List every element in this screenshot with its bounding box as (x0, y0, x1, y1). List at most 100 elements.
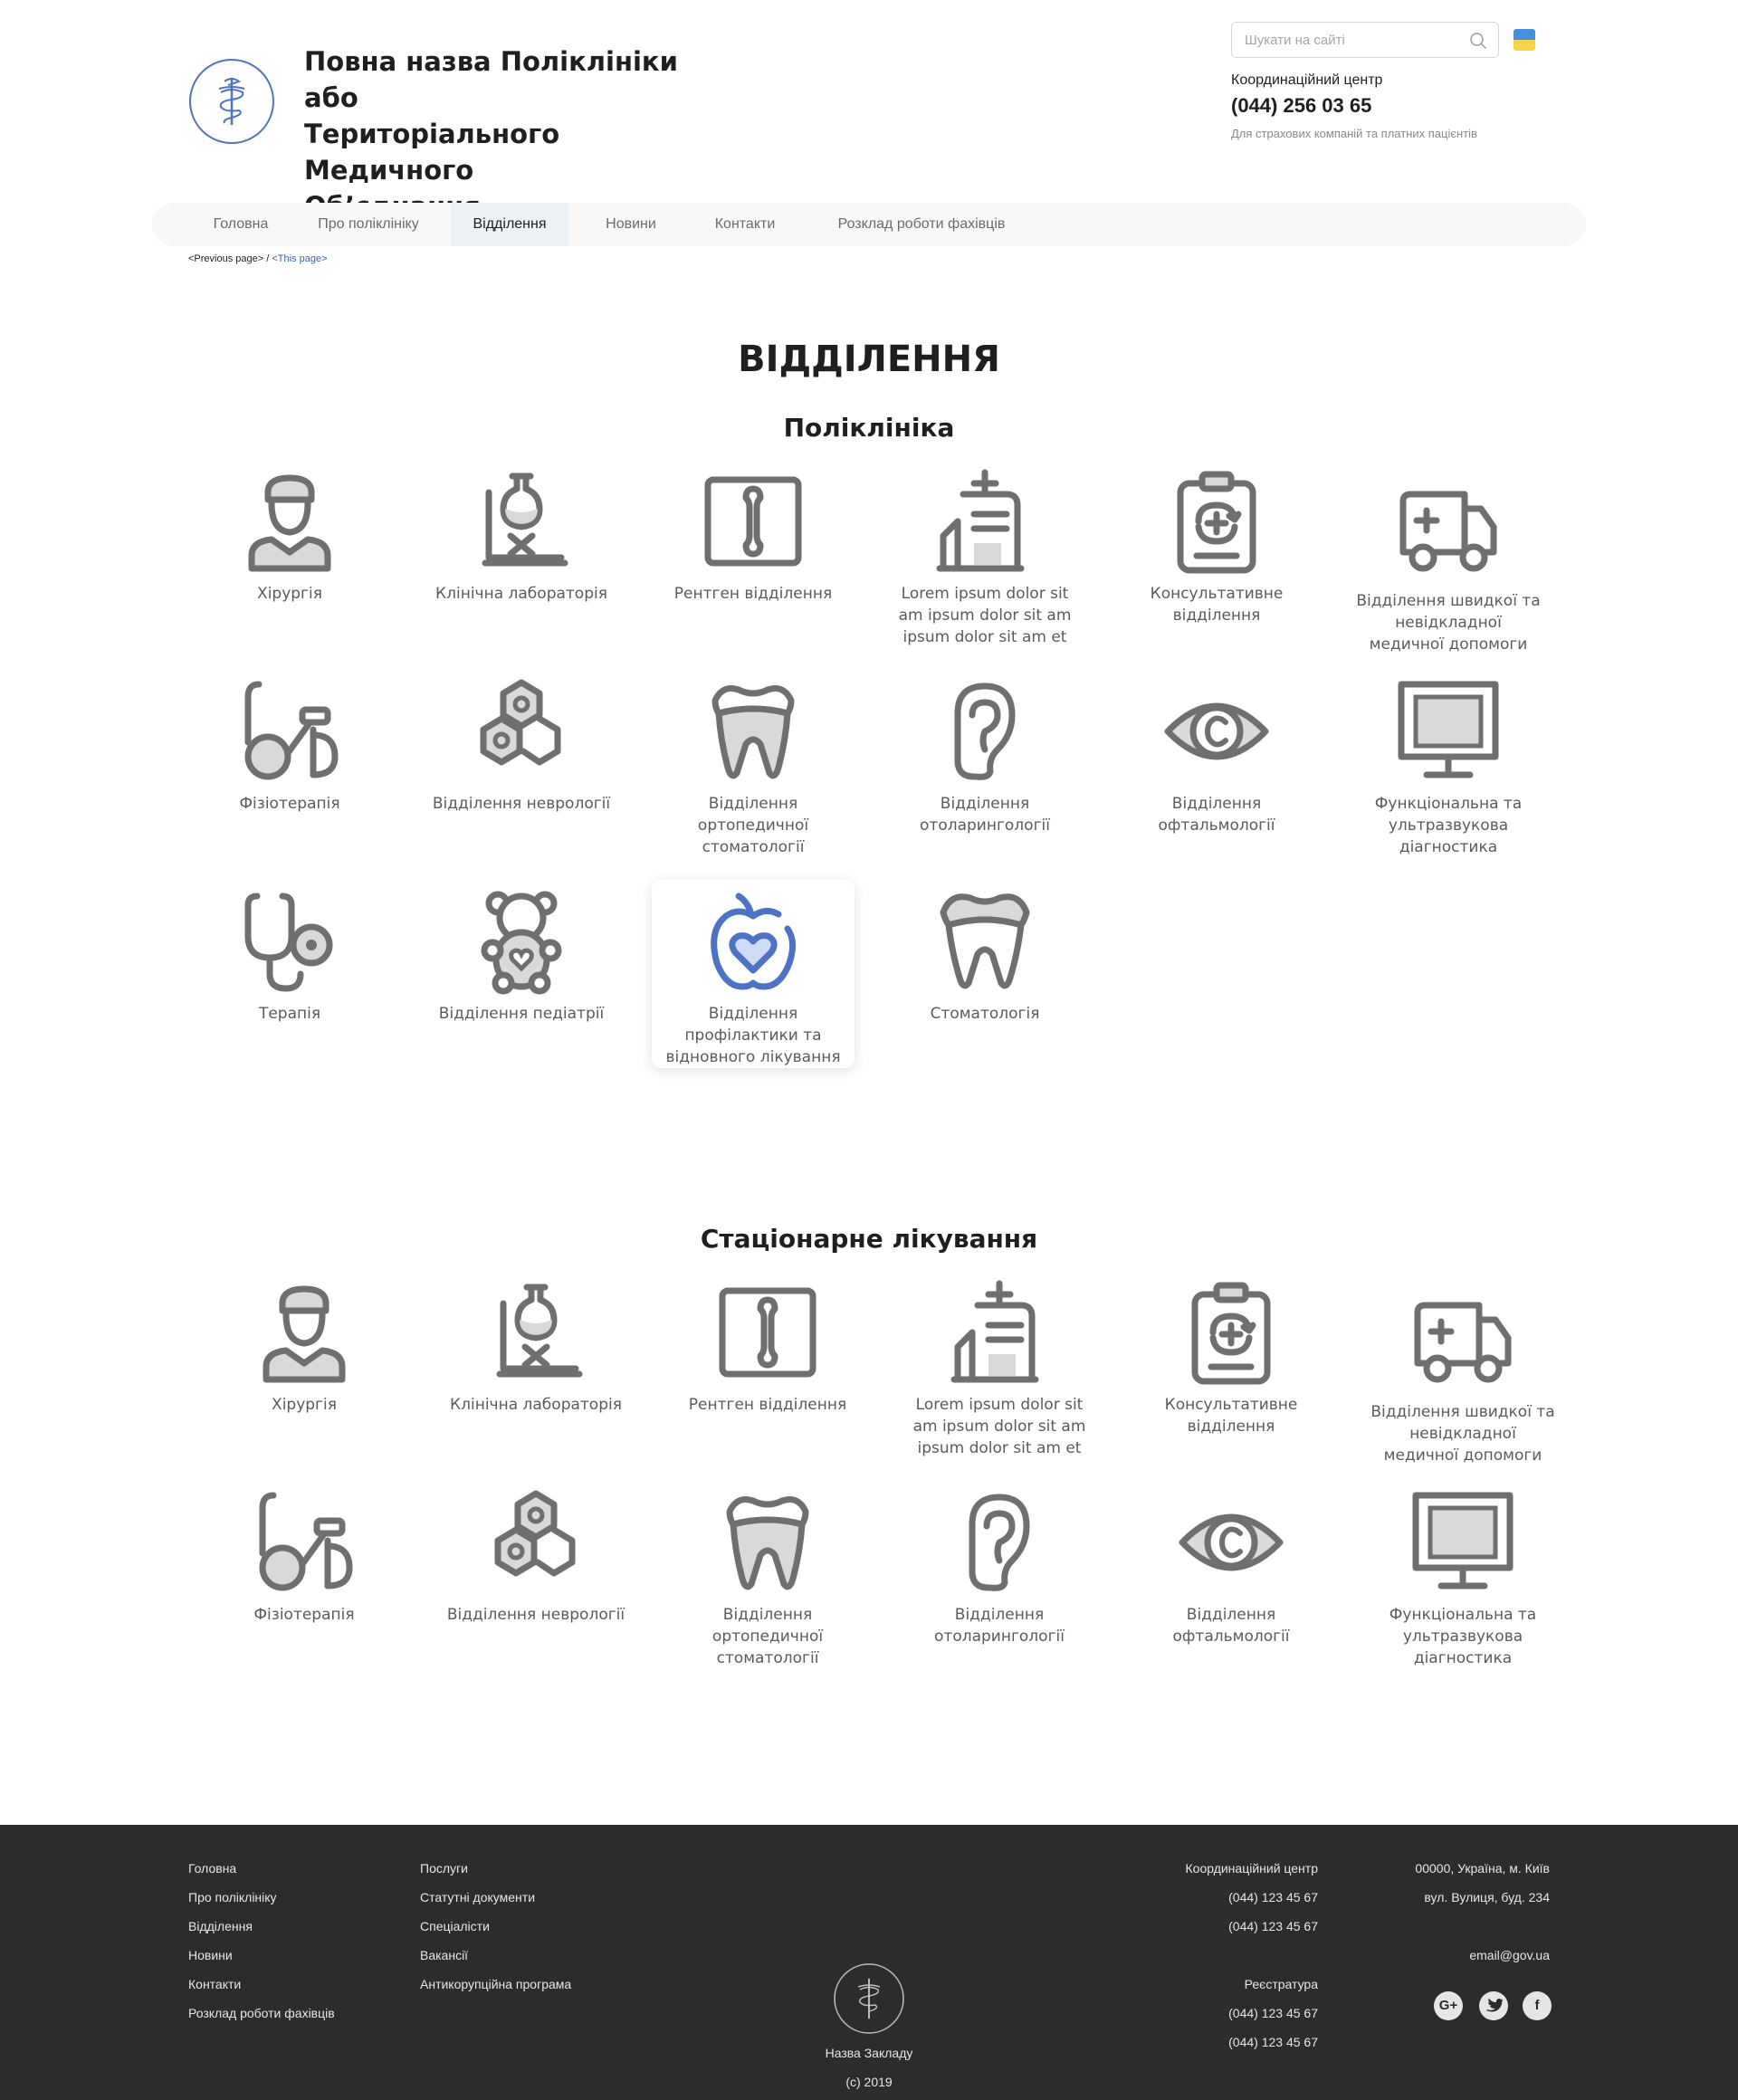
department-card[interactable]: Хірургія (203, 1271, 406, 1459)
footer-email[interactable]: email@gov.ua (1469, 1948, 1550, 1962)
footer: Головна Про поліклініку Відділення Новини Ко… (0, 1825, 1738, 2100)
footer-link[interactable]: Статутні документи (420, 1890, 535, 1904)
department-card[interactable]: Рентген відділення (652, 460, 855, 648)
footer-link[interactable]: Новини (188, 1948, 233, 1962)
tooth-crown-icon (711, 685, 795, 779)
search-input[interactable] (1232, 23, 1449, 57)
department-card[interactable]: Відділення отоларингології (883, 670, 1086, 858)
department-label: Lorem ipsum dolor sit am ipsum dolor sit… (898, 585, 1072, 646)
department-label: Відділення офтальмології (1172, 1606, 1290, 1646)
facebook-icon[interactable]: f (1523, 1991, 1552, 2020)
footer-address-line: вул. Вулиця, буд. 234 (1424, 1890, 1550, 1904)
consultation-clipboard-icon (1177, 471, 1256, 574)
footer-address-line: 00000, Україна, м. Київ (1415, 1861, 1550, 1876)
department-label: Відділення неврології (446, 1606, 625, 1624)
footer-link[interactable]: Про поліклініку (188, 1890, 277, 1904)
monitor-icon (1398, 681, 1499, 778)
department-card[interactable]: Відділення профілактики та відновного лі… (652, 880, 855, 1068)
medical-clipboard-icon (950, 1280, 1039, 1383)
twitter-icon[interactable] (1479, 1991, 1508, 2020)
footer-institution-name: Назва Закладу (825, 2046, 913, 2060)
department-card[interactable]: Відділення педіатрії (420, 880, 623, 1068)
nav-item-news[interactable]: Новини (590, 203, 672, 246)
consultation-clipboard-icon (1191, 1282, 1271, 1385)
footer-coord-phone[interactable]: (044) 123 45 67 (1228, 1890, 1318, 1904)
molecule-icon (494, 1490, 576, 1577)
footer-coord-phone[interactable]: (044) 123 45 67 (1228, 1919, 1318, 1933)
teddy-bear-icon (481, 891, 562, 995)
department-card[interactable]: Відділення отоларингології (898, 1481, 1101, 1669)
nav-item-home[interactable]: Головна (196, 203, 286, 246)
nav-item-departments[interactable]: Відділення (451, 203, 568, 246)
department-card[interactable]: Консультативне відділення (1130, 1271, 1332, 1459)
logo-emblem[interactable] (188, 58, 275, 145)
department-card[interactable]: Рентген відділення (666, 1271, 869, 1459)
footer-link[interactable]: Головна (188, 1861, 236, 1876)
department-card[interactable]: Відділення офтальмології (1115, 670, 1318, 858)
department-card[interactable]: Клінічна лабораторія (434, 1271, 637, 1459)
footer-link[interactable]: Контакти (188, 1977, 241, 1991)
department-label: Стоматологія (930, 1005, 1040, 1023)
department-label: Хірургія (272, 1396, 337, 1414)
department-label: Відділення профілактики та відновного лі… (665, 1005, 841, 1066)
department-card[interactable]: Терапія (188, 880, 391, 1068)
department-label: Клінічна лабораторія (450, 1396, 622, 1414)
department-card[interactable]: Відділення швидкої та невідкладної медич… (1347, 460, 1550, 654)
department-label: Відділення швидкої та невідкладної медич… (1356, 592, 1541, 654)
search-icon[interactable] (1469, 32, 1487, 50)
department-card[interactable]: Консультативне відділення (1115, 460, 1318, 648)
ambulance-icon (1399, 491, 1497, 572)
footer-link[interactable]: Вакансії (420, 1948, 468, 1962)
department-card[interactable]: Хірургія (188, 460, 391, 648)
footer-registry-phone[interactable]: (044) 123 45 67 (1228, 2035, 1318, 2049)
department-label: Клінічна лабораторія (435, 585, 607, 603)
surgeon-icon (263, 1285, 346, 1383)
search-field[interactable] (1231, 22, 1499, 58)
department-card[interactable]: Відділення офтальмології (1130, 1481, 1332, 1669)
nav-item-contacts[interactable]: Контакти (695, 203, 795, 246)
department-card[interactable]: Фізіотерапія (203, 1481, 406, 1669)
department-label: Відділення неврології (432, 795, 611, 813)
department-label: Відділення швидкої та невідкладної медич… (1370, 1403, 1555, 1465)
department-card[interactable]: Відділення ортопедичної стоматології (666, 1481, 869, 1669)
nav-item-schedule[interactable]: Розклад роботи фахівців (822, 203, 1021, 246)
department-label: Відділення ортопедичної стоматології (697, 795, 809, 856)
department-card[interactable]: Відділення ортопедичної стоматології (652, 670, 855, 858)
department-card[interactable]: Функціональна та ультразвукова діагности… (1361, 1481, 1564, 1669)
footer-registry-phone[interactable]: (044) 123 45 67 (1228, 2006, 1318, 2020)
breadcrumb-previous[interactable]: <Previous page> (188, 253, 263, 264)
footer-copyright: (c) 2019 (845, 2075, 893, 2089)
department-card[interactable]: Відділення швидкої та невідкладної медич… (1361, 1271, 1564, 1465)
footer-link[interactable]: Антикорупційна програма (420, 1977, 571, 1991)
medical-clipboard-icon (936, 469, 1025, 572)
department-card[interactable]: Фізіотерапія (188, 670, 391, 858)
ambulance-icon (1414, 1302, 1512, 1383)
department-card[interactable]: Відділення неврології (434, 1481, 637, 1669)
footer-link[interactable]: Розклад роботи фахівців (188, 2006, 335, 2020)
footer-logo-emblem[interactable] (833, 1962, 905, 2035)
department-card[interactable]: Lorem ipsum dolor sit am ipsum dolor sit… (898, 1271, 1101, 1459)
department-label: Функціональна та ультразвукова діагности… (1389, 1606, 1537, 1667)
department-card[interactable]: Функціональна та ультразвукова діагности… (1347, 670, 1550, 858)
department-label: Lorem ipsum dolor sit am ipsum dolor sit… (912, 1396, 1086, 1457)
language-flag-icon[interactable] (1514, 29, 1535, 51)
department-card[interactable]: Клінічна лабораторія (420, 460, 623, 648)
xray-bone-icon (704, 476, 802, 567)
department-card[interactable]: Lorem ipsum dolor sit am ipsum dolor sit… (883, 460, 1086, 648)
department-card[interactable]: Відділення неврології (420, 670, 623, 858)
footer-link[interactable]: Відділення (188, 1919, 253, 1933)
breadcrumb: <Previous page> / <This page> (188, 253, 328, 264)
department-label: Відділення отоларингології (920, 795, 1050, 835)
contact-note: Для страхових компаній та платних пацієн… (1231, 127, 1477, 140)
department-card[interactable]: Стоматологія (883, 880, 1086, 1068)
footer-link[interactable]: Послуги (420, 1861, 468, 1876)
department-label: Відділення офтальмології (1158, 795, 1275, 835)
nav-item-about[interactable]: Про поліклініку (308, 203, 429, 246)
contact-phone[interactable]: (044) 256 03 65 (1231, 94, 1371, 118)
department-label: Рентген відділення (673, 585, 833, 603)
footer-link[interactable]: Спеціалісти (420, 1919, 490, 1933)
lab-flask-icon (482, 472, 568, 567)
google-plus-icon[interactable]: G+ (1434, 1991, 1463, 2020)
monitor-icon (1412, 1492, 1514, 1589)
xray-bone-icon (719, 1287, 816, 1378)
